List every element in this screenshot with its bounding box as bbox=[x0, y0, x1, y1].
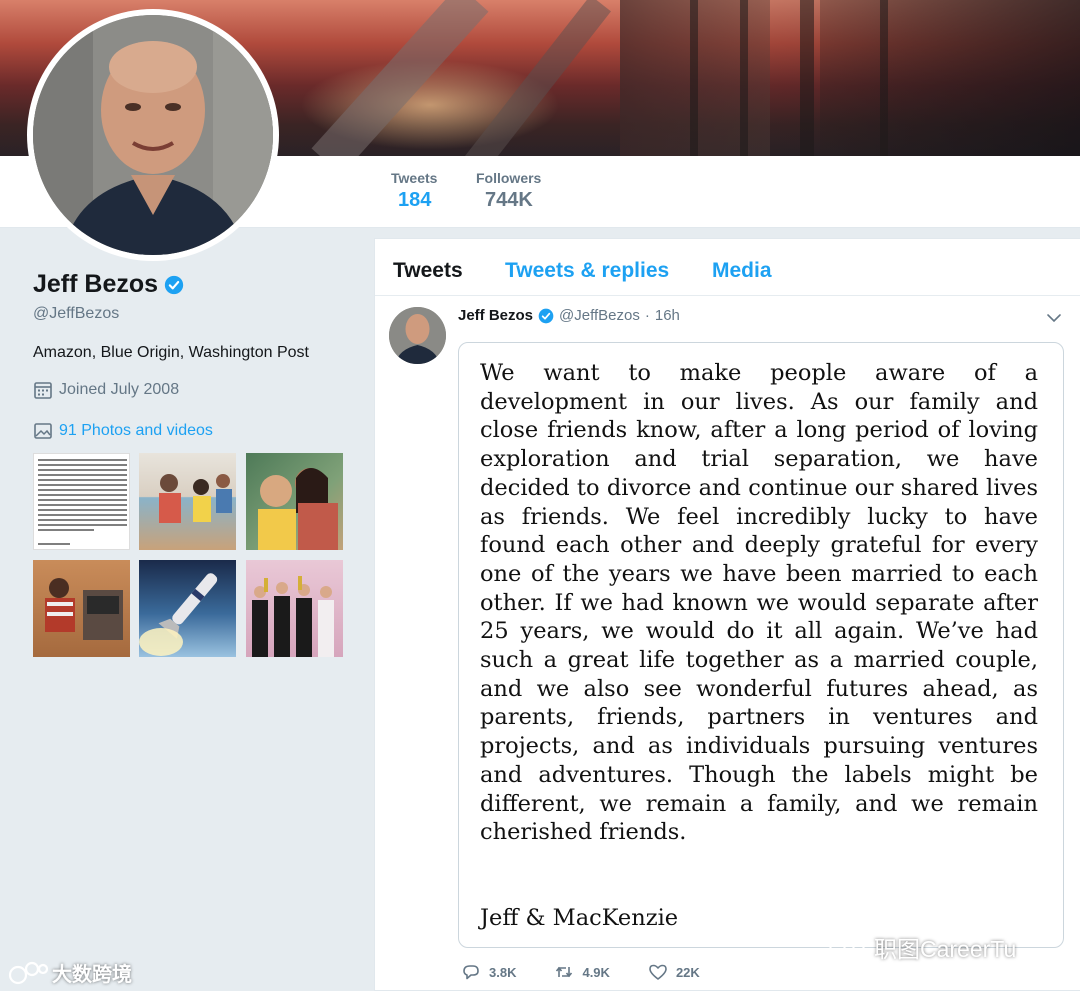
tweet-timestamp[interactable]: 16h bbox=[655, 307, 680, 324]
reply-button[interactable]: 3.8K bbox=[461, 962, 516, 982]
thumbnail-mother-child[interactable] bbox=[246, 453, 343, 550]
thumbnail-rocket[interactable] bbox=[139, 560, 236, 657]
tweet-author-handle[interactable]: @JeffBezos bbox=[559, 307, 640, 324]
thumbnail-statement[interactable] bbox=[33, 453, 130, 550]
avatar-image bbox=[33, 15, 273, 255]
tweet-actions: 3.8K 4.9K 22K bbox=[461, 962, 738, 982]
reply-icon bbox=[463, 965, 479, 980]
tweet-media-statement[interactable]: We want to make people aware of a develo… bbox=[458, 342, 1064, 948]
calendar-icon bbox=[34, 382, 52, 399]
photos-videos-link[interactable]: 91 Photos and videos bbox=[33, 421, 353, 441]
tweet-author-avatar[interactable] bbox=[389, 307, 446, 364]
profile-card: Jeff Bezos @JeffBezos Amazon, Blue Origi… bbox=[33, 270, 353, 441]
timeline-tabs: Tweets Tweets & replies Media bbox=[375, 239, 1080, 296]
tab-tweets[interactable]: Tweets bbox=[393, 259, 463, 283]
tweet-author-name[interactable]: Jeff Bezos bbox=[458, 307, 533, 324]
photos-videos-label: 91 Photos and videos bbox=[59, 422, 213, 439]
timeline-panel: Tweets Tweets & replies Media Jeff Bezos… bbox=[374, 238, 1080, 991]
heart-icon bbox=[649, 964, 667, 980]
retweet-button[interactable]: 4.9K bbox=[554, 962, 610, 982]
profile-bio: Amazon, Blue Origin, Washington Post bbox=[33, 344, 309, 361]
tweet-item[interactable]: Jeff Bezos @JeffBezos · 16h We want to m… bbox=[375, 296, 1080, 991]
watermark-dashu: 大数跨境 bbox=[8, 958, 132, 987]
stat-followers-label: Followers bbox=[476, 170, 542, 186]
tab-media[interactable]: Media bbox=[712, 259, 772, 283]
profile-name[interactable]: Jeff Bezos bbox=[33, 270, 158, 299]
stat-tweets-label: Tweets bbox=[391, 170, 438, 186]
tab-tweets-replies[interactable]: Tweets & replies bbox=[505, 259, 669, 283]
profile-avatar[interactable] bbox=[27, 9, 279, 261]
thumbnail-awards[interactable] bbox=[246, 560, 343, 657]
weibo-logo-icon bbox=[8, 961, 48, 984]
statement-signature: Jeff & MacKenzie bbox=[480, 905, 679, 931]
thumbnail-classroom[interactable] bbox=[139, 453, 236, 550]
reply-count: 3.8K bbox=[489, 964, 517, 980]
stat-followers[interactable]: Followers 744K bbox=[476, 170, 541, 212]
tweet-separator: · bbox=[644, 307, 650, 324]
retweet-count: 4.9K bbox=[582, 964, 610, 980]
tweet-header: Jeff Bezos @JeffBezos · 16h bbox=[458, 307, 680, 324]
chevron-down-icon[interactable] bbox=[1046, 310, 1062, 326]
like-button[interactable]: 22K bbox=[648, 962, 700, 982]
like-count: 22K bbox=[675, 964, 700, 980]
wechat-icon bbox=[829, 935, 865, 959]
profile-handle[interactable]: @JeffBezos bbox=[33, 305, 353, 323]
thumbnail-vintage-computer[interactable] bbox=[33, 560, 130, 657]
watermark-right-text: 职图CareerTu bbox=[874, 936, 1017, 962]
profile-joined: Joined July 2008 bbox=[33, 380, 353, 400]
retweet-icon bbox=[556, 966, 573, 978]
photo-icon bbox=[34, 423, 52, 439]
stat-tweets[interactable]: Tweets 184 bbox=[374, 170, 459, 242]
watermark-careertu: 职图CareerTu bbox=[828, 930, 1016, 964]
stat-followers-value: 744K bbox=[485, 189, 533, 211]
stat-tweets-value: 184 bbox=[398, 189, 432, 211]
verified-badge-icon bbox=[538, 308, 554, 323]
verified-badge-icon bbox=[164, 275, 184, 294]
statement-text: We want to make people aware of a develo… bbox=[480, 360, 1038, 846]
joined-label: Joined July 2008 bbox=[59, 381, 180, 398]
watermark-left-text: 大数跨境 bbox=[52, 964, 132, 986]
